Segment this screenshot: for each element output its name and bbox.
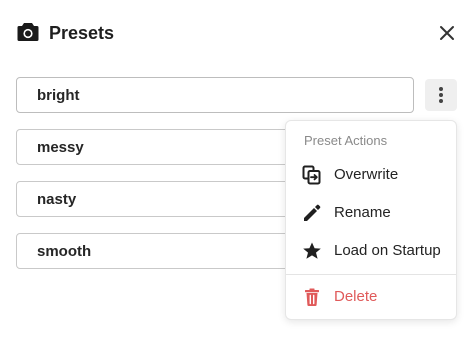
menu-item-delete[interactable]: Delete xyxy=(286,279,456,315)
menu-header: Preset Actions xyxy=(304,133,388,148)
menu-item-load-on-startup[interactable]: Load on Startup xyxy=(286,233,456,269)
dialog-title: Presets xyxy=(49,23,115,43)
close-button[interactable] xyxy=(436,22,458,44)
camera-icon xyxy=(17,22,39,42)
trash-icon xyxy=(302,287,322,307)
close-icon xyxy=(440,26,454,40)
pencil-icon xyxy=(302,203,322,223)
preset-name: nasty xyxy=(37,191,77,208)
preset-actions-button[interactable] xyxy=(425,79,457,111)
menu-item-overwrite[interactable]: Overwrite xyxy=(286,157,456,193)
menu-item-label: Rename xyxy=(334,204,391,221)
menu-item-label: Overwrite xyxy=(334,166,399,183)
menu-item-label: Delete xyxy=(334,288,378,305)
preset-name: messy xyxy=(37,139,84,156)
overwrite-icon xyxy=(302,165,322,185)
menu-item-label: Load on Startup xyxy=(334,242,441,259)
more-vertical-icon xyxy=(439,87,443,103)
menu-item-rename[interactable]: Rename xyxy=(286,195,456,231)
menu-divider xyxy=(286,274,456,275)
preset-name: bright xyxy=(37,87,80,104)
star-icon xyxy=(302,241,322,261)
preset-name: smooth xyxy=(37,243,92,260)
preset-actions-menu: Preset Actions Overwrite Rename Load on … xyxy=(285,120,457,320)
preset-row-bright[interactable]: bright xyxy=(16,77,414,113)
